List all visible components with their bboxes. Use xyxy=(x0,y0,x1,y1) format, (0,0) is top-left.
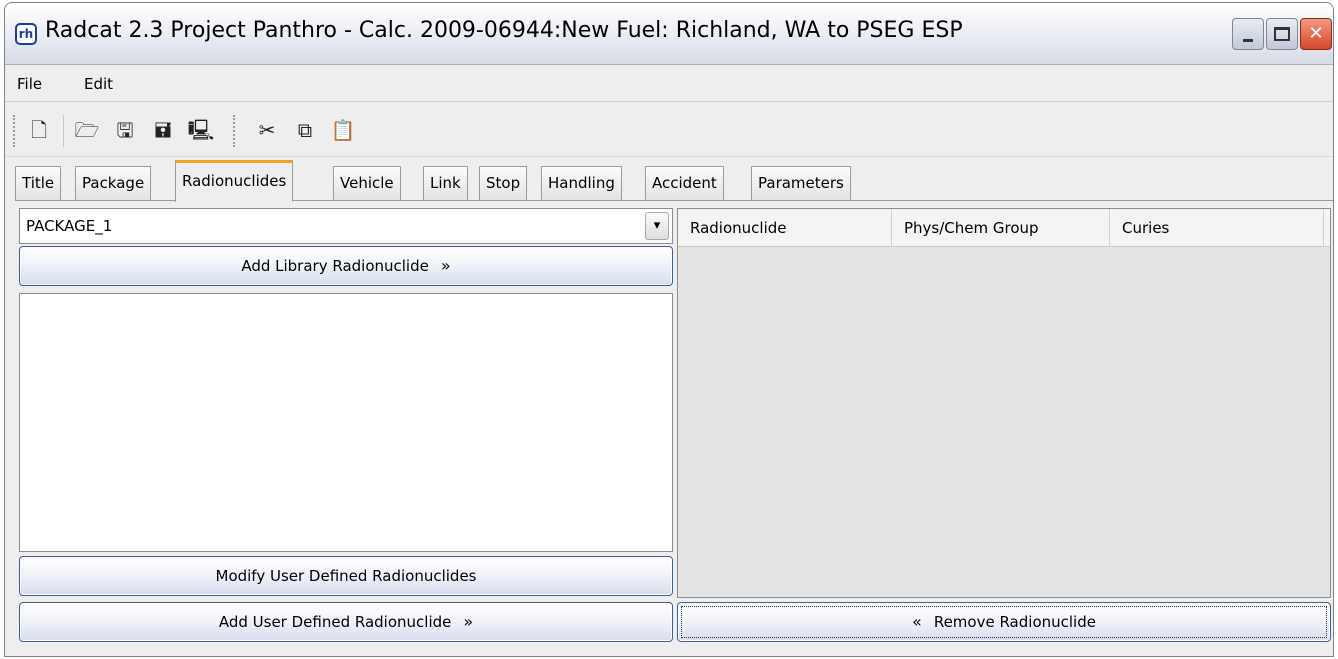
tab-strip: Title Package Radionuclides Vehicle Link… xyxy=(15,158,1333,202)
column-radionuclide[interactable]: Radionuclide xyxy=(678,209,892,247)
toolbar-separator xyxy=(63,115,64,147)
maximize-icon xyxy=(1274,27,1290,41)
toolbar: 🗋 🗁 🖫 🖬 🖳 ✂ ⧉ 📋 xyxy=(5,103,1333,157)
monitor-icon[interactable]: 🖳 xyxy=(187,116,215,144)
add-user-radionuclide-button[interactable]: Add User Defined Radionuclide » xyxy=(19,602,673,642)
package-select-value: PACKAGE_1 xyxy=(26,217,113,235)
app-window: rh Radcat 2.3 Project Panthro - Calc. 20… xyxy=(4,2,1334,657)
save-as-icon[interactable]: 🖬 xyxy=(149,116,177,144)
radionuclides-panel: PACKAGE_1 ▾ Add Library Radionuclide » Mo… xyxy=(15,203,1333,653)
double-chevron-right-icon: » xyxy=(463,612,474,631)
package-select[interactable]: PACKAGE_1 ▾ xyxy=(19,208,673,244)
chevron-down-icon[interactable]: ▾ xyxy=(645,212,669,240)
table-header: Radionuclide Phys/Chem Group Curies xyxy=(678,209,1330,247)
close-button[interactable]: ✕ xyxy=(1300,18,1332,50)
minimize-button[interactable] xyxy=(1232,18,1264,50)
focus-ring xyxy=(681,606,1327,638)
tab-radionuclides[interactable]: Radionuclides xyxy=(175,160,294,202)
toolbar-grip[interactable] xyxy=(13,115,15,147)
title-bar[interactable]: rh Radcat 2.3 Project Panthro - Calc. 20… xyxy=(5,3,1333,65)
tab-title[interactable]: Title xyxy=(15,166,62,200)
tab-handling[interactable]: Handling xyxy=(541,166,622,200)
app-logo-icon: rh xyxy=(15,23,37,45)
column-phys-chem-group[interactable]: Phys/Chem Group xyxy=(892,209,1110,247)
add-library-label: Add Library Radionuclide xyxy=(241,257,429,275)
add-user-label: Add User Defined Radionuclide xyxy=(218,613,452,631)
menu-file[interactable]: File xyxy=(17,75,42,93)
add-library-radionuclide-button[interactable]: Add Library Radionuclide » xyxy=(19,246,673,286)
tab-stop[interactable]: Stop xyxy=(479,166,528,200)
menu-edit[interactable]: Edit xyxy=(84,75,113,93)
modify-user-radionuclides-button[interactable]: Modify User Defined Radionuclides xyxy=(19,556,673,596)
tab-parameters[interactable]: Parameters xyxy=(751,166,851,200)
tab-package[interactable]: Package xyxy=(75,166,152,200)
tab-vehicle[interactable]: Vehicle xyxy=(333,166,401,200)
maximize-button[interactable] xyxy=(1266,18,1298,50)
remove-radionuclide-button[interactable]: «Remove Radionuclide xyxy=(677,602,1331,642)
tab-link[interactable]: Link xyxy=(423,166,468,200)
window-title: Radcat 2.3 Project Panthro - Calc. 2009-… xyxy=(45,18,963,43)
open-folder-icon[interactable]: 🗁 xyxy=(73,116,101,144)
toolbar-grip xyxy=(233,115,235,147)
tab-accident[interactable]: Accident xyxy=(645,166,724,200)
copy-icon[interactable]: ⧉ xyxy=(291,116,319,144)
paste-icon[interactable]: 📋 xyxy=(329,116,357,144)
cut-icon[interactable]: ✂ xyxy=(253,116,281,144)
double-chevron-right-icon: » xyxy=(440,256,451,275)
minimize-icon xyxy=(1243,39,1253,42)
user-radionuclide-list[interactable] xyxy=(19,293,673,552)
column-curies[interactable]: Curies xyxy=(1110,209,1324,247)
menu-bar: File Edit xyxy=(5,66,1333,102)
save-icon[interactable]: 🖫 xyxy=(111,116,139,144)
radionuclide-table[interactable]: Radionuclide Phys/Chem Group Curies xyxy=(677,208,1331,598)
new-file-icon[interactable]: 🗋 xyxy=(25,116,53,144)
